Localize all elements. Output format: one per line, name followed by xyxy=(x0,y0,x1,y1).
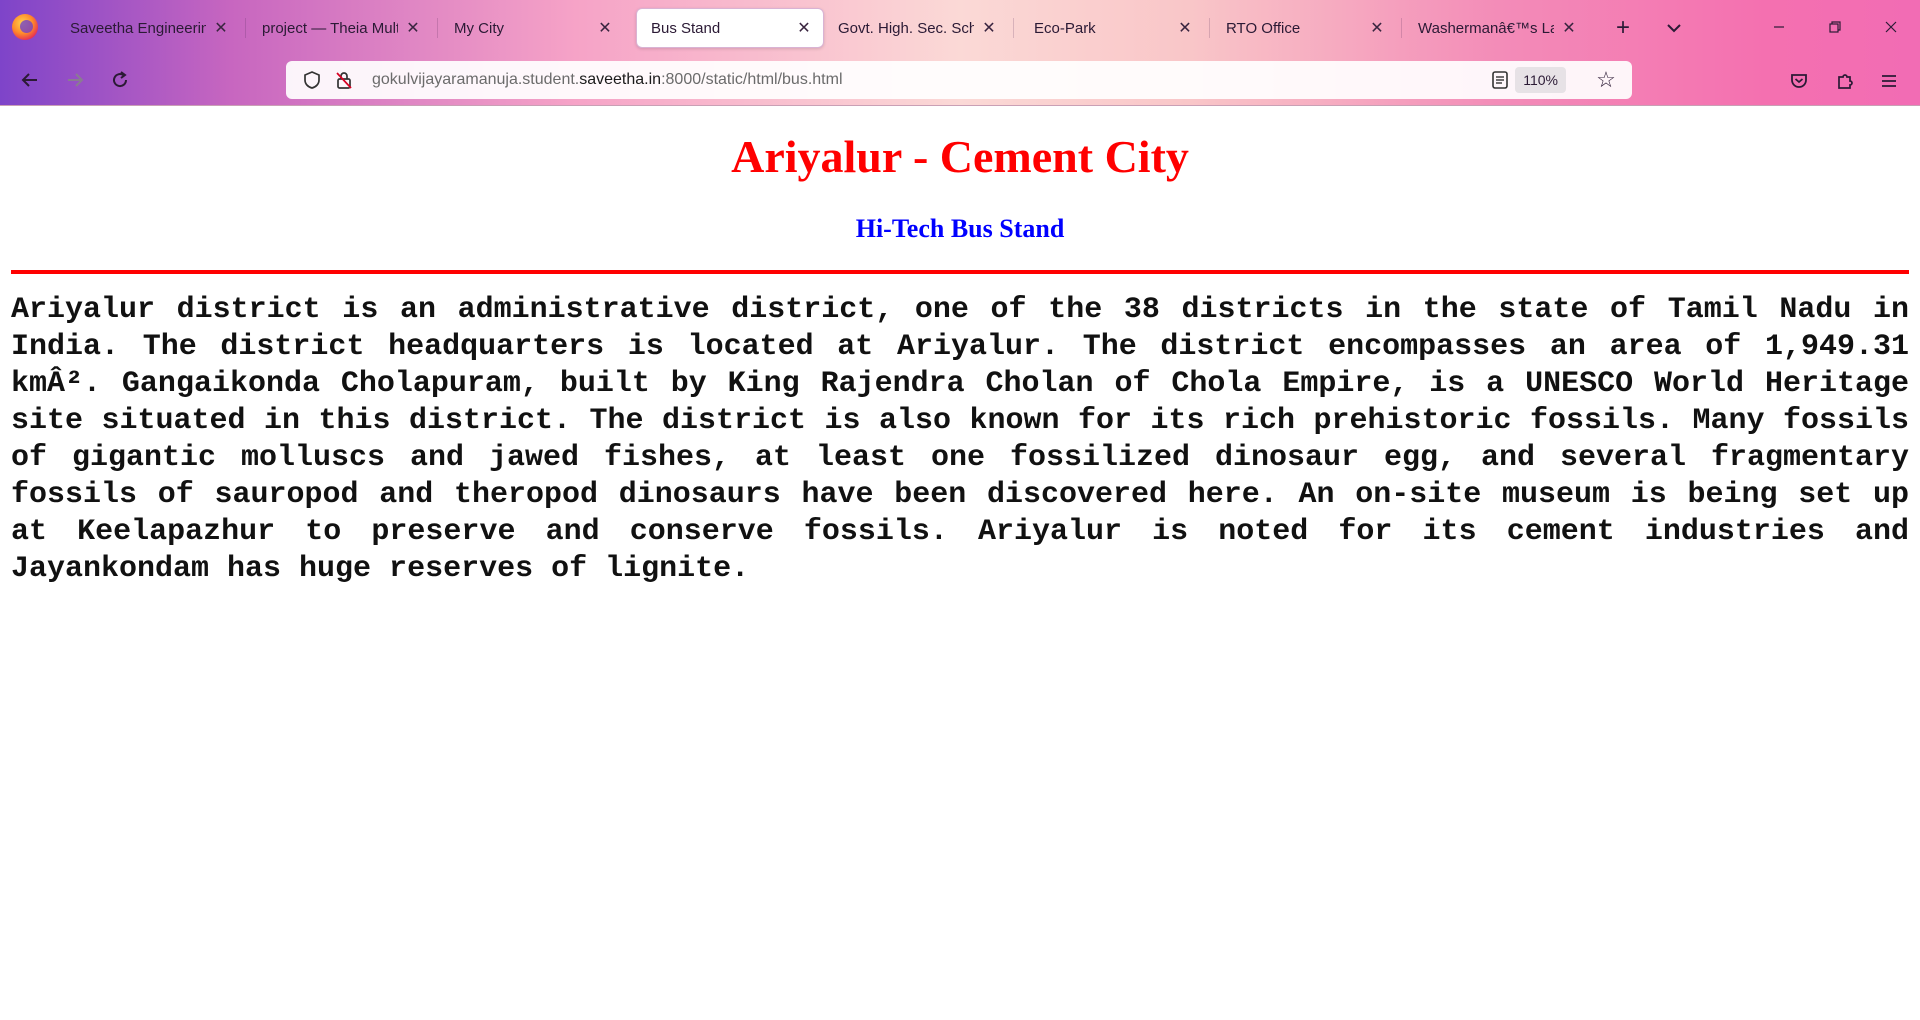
url-domain: saveetha.in xyxy=(579,71,662,88)
restore-icon xyxy=(1829,21,1841,33)
tab-title: project — Theia Multi- xyxy=(262,19,398,37)
tab-separator xyxy=(1013,18,1014,38)
tab-govt-school[interactable]: Govt. High. Sec. Schoo ✕ xyxy=(824,8,1008,48)
page-title: Ariyalur - Cement City xyxy=(731,131,1189,182)
browser-chrome: Saveetha Engineering ✕ project — Theia M… xyxy=(0,0,1920,106)
navigation-toolbar: gokulvijayaramanuja.student.saveetha.in:… xyxy=(0,58,1920,102)
chevron-down-icon xyxy=(1667,24,1681,33)
close-window-button[interactable] xyxy=(1868,10,1914,44)
tracking-protection-shield-icon[interactable] xyxy=(298,66,326,94)
forward-arrow-icon xyxy=(68,73,84,87)
firefox-logo-icon[interactable] xyxy=(12,14,38,40)
reload-icon xyxy=(113,71,128,88)
close-icon xyxy=(1885,21,1897,33)
tab-washermans-lake[interactable]: Washermanâ€™s Lake ✕ xyxy=(1404,8,1588,48)
bookmark-star-icon[interactable]: ☆ xyxy=(1592,66,1620,94)
tab-eco-park[interactable]: Eco-Park ✕ xyxy=(1020,8,1204,48)
tab-separator xyxy=(437,18,438,38)
minimize-icon xyxy=(1774,26,1784,28)
tab-separator xyxy=(245,18,246,38)
reload-button[interactable] xyxy=(102,62,138,98)
url-prefix: gokulvijayaramanuja.student. xyxy=(372,71,580,88)
address-bar[interactable]: gokulvijayaramanuja.student.saveetha.in:… xyxy=(286,61,1632,99)
tab-title: My City xyxy=(454,19,504,37)
page-subtitle: Hi-Tech Bus Stand xyxy=(855,214,1065,243)
minimize-button[interactable] xyxy=(1756,10,1802,44)
extensions-puzzle-icon xyxy=(1838,74,1853,89)
tab-title: Bus Stand xyxy=(651,19,721,37)
page-content: Ariyalur - Cement City Hi-Tech Bus Stand… xyxy=(0,106,1920,1020)
app-menu-button[interactable] xyxy=(1872,64,1906,98)
restore-button[interactable] xyxy=(1812,10,1858,44)
extensions-button[interactable] xyxy=(1828,64,1862,98)
back-arrow-icon xyxy=(21,73,37,87)
list-all-tabs-button[interactable] xyxy=(1658,12,1690,44)
tab-project-theia[interactable]: project — Theia Multi- ✕ xyxy=(248,8,432,48)
tab-bar: Saveetha Engineering ✕ project — Theia M… xyxy=(0,0,1920,54)
tab-separator xyxy=(1209,18,1210,38)
new-tab-button[interactable]: + xyxy=(1607,12,1639,44)
tab-title: Govt. High. Sec. Schoo xyxy=(838,19,974,37)
close-icon[interactable]: ✕ xyxy=(212,19,230,37)
close-icon[interactable]: ✕ xyxy=(1368,19,1386,37)
divider xyxy=(11,270,1909,274)
tab-my-city[interactable]: My City ✕ xyxy=(440,8,624,48)
tab-title: RTO Office xyxy=(1226,19,1301,37)
tab-separator xyxy=(1401,18,1402,38)
plus-icon: + xyxy=(1615,14,1630,41)
pocket-button[interactable] xyxy=(1782,64,1816,98)
insecure-lock-icon[interactable] xyxy=(330,66,358,94)
pocket-icon xyxy=(1791,74,1807,88)
tab-rto-office[interactable]: RTO Office ✕ xyxy=(1212,8,1396,48)
tab-title: Saveetha Engineering xyxy=(70,19,206,37)
close-icon[interactable]: ✕ xyxy=(404,19,422,37)
close-icon[interactable]: ✕ xyxy=(980,19,998,37)
url-suffix: :8000/static/html/bus.html xyxy=(661,71,843,88)
close-icon[interactable]: ✕ xyxy=(1176,19,1194,37)
forward-button[interactable] xyxy=(57,62,93,98)
close-icon[interactable]: ✕ xyxy=(596,19,614,37)
tab-bus-stand[interactable]: Bus Stand ✕ xyxy=(636,8,824,48)
close-icon[interactable]: ✕ xyxy=(1560,19,1578,37)
tab-saveetha[interactable]: Saveetha Engineering ✕ xyxy=(56,8,240,48)
url-text[interactable]: gokulvijayaramanuja.student.saveetha.in:… xyxy=(372,71,843,89)
tab-title: Washermanâ€™s Lake xyxy=(1418,19,1554,37)
zoom-level-button[interactable]: 110% xyxy=(1515,67,1566,93)
tab-title: Eco-Park xyxy=(1034,19,1096,37)
hamburger-menu-icon xyxy=(1882,75,1896,87)
close-icon[interactable]: ✕ xyxy=(795,19,813,37)
district-description: Ariyalur district is an administrative d… xyxy=(11,293,1909,586)
back-button[interactable] xyxy=(12,62,48,98)
reader-view-icon[interactable] xyxy=(1486,66,1514,94)
